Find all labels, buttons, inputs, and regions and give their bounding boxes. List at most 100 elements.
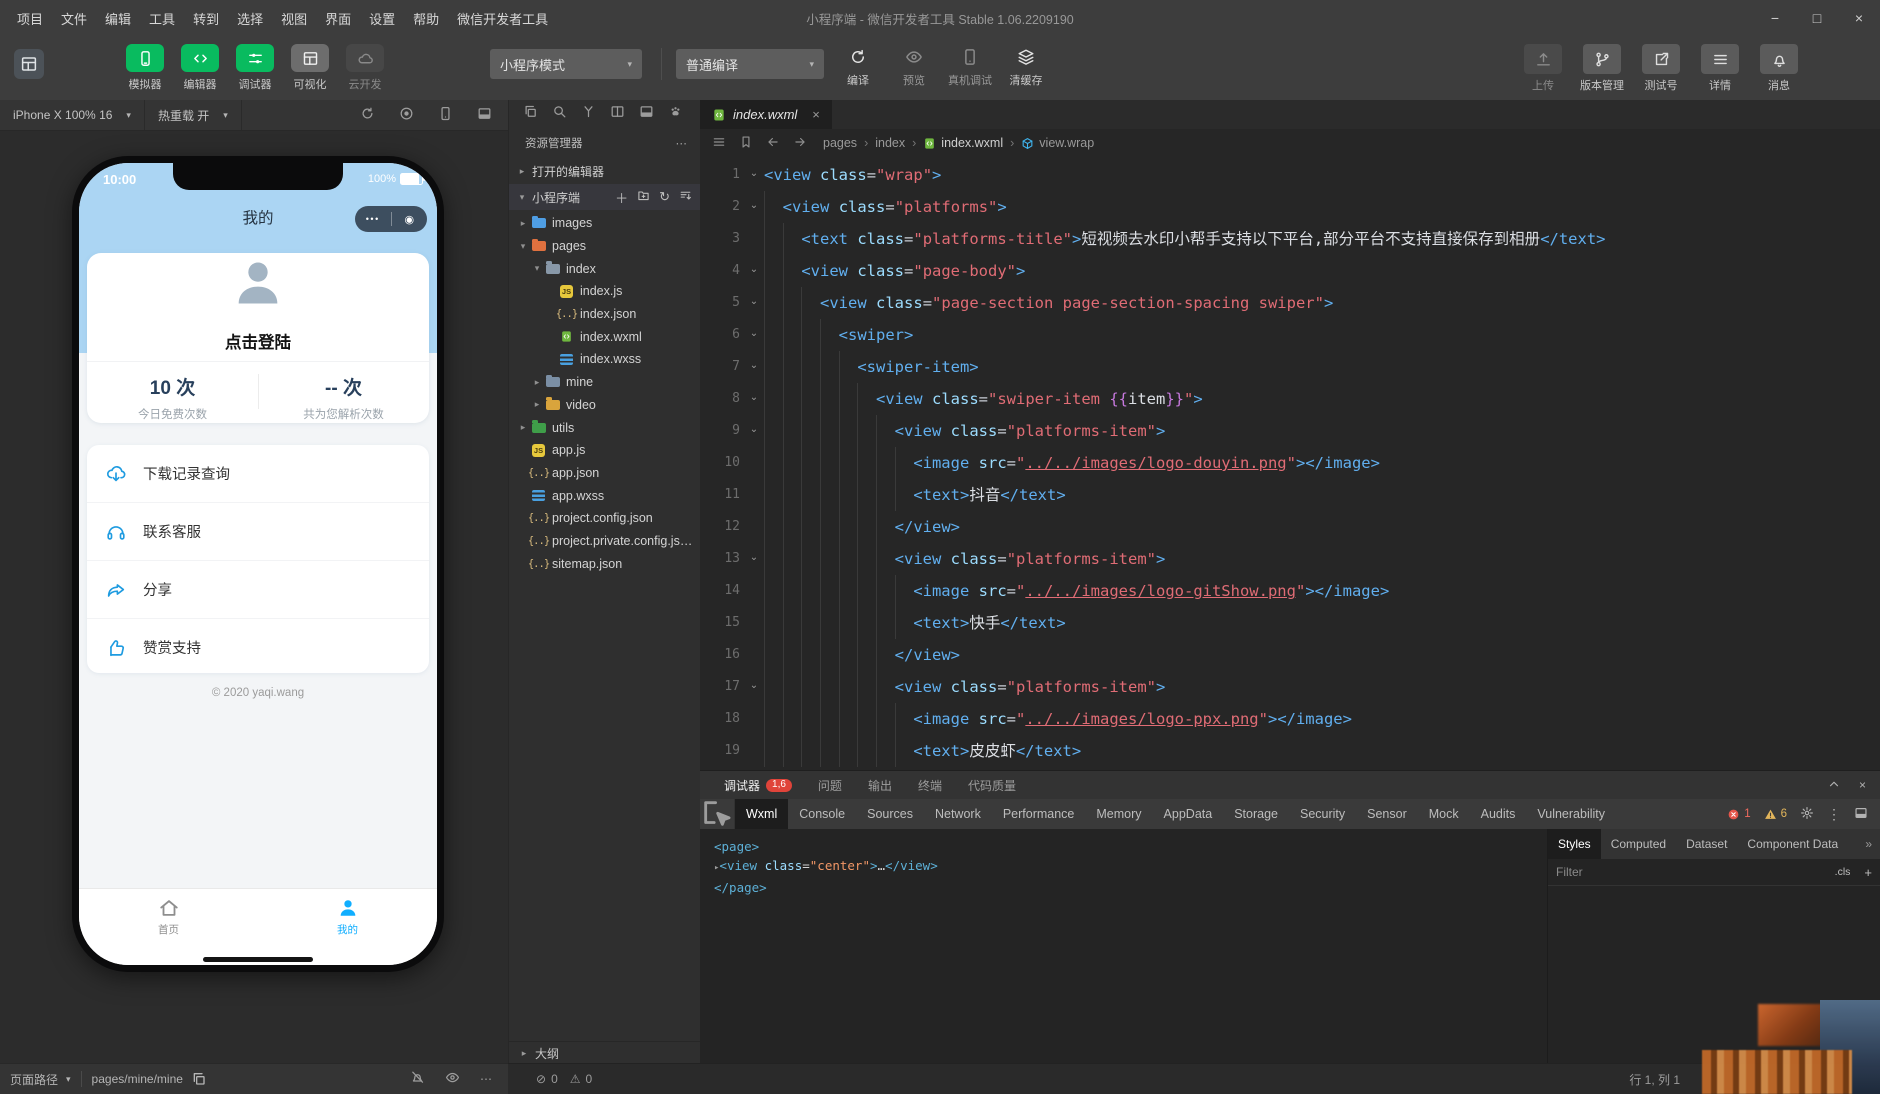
tree-item[interactable]: index.wxml — [509, 325, 700, 348]
chevron-right-icon[interactable]: ▸ — [517, 422, 529, 433]
arrowr-button[interactable] — [793, 135, 807, 152]
styles-tab-computed[interactable]: Computed — [1601, 829, 1676, 859]
fold-toggle-icon[interactable]: ⌄ — [744, 543, 764, 575]
tree-item[interactable]: ▾ pages — [509, 235, 700, 258]
bars-button[interactable] — [712, 135, 726, 152]
tree-item[interactable]: {..} project.private.config.js… — [509, 530, 700, 553]
tree-item[interactable]: ▸ utils — [509, 416, 700, 439]
new-folder-button[interactable] — [637, 189, 650, 205]
chevron-right-icon[interactable]: ▸ — [531, 399, 543, 410]
breadcrumb-item[interactable]: view.wrap — [1021, 136, 1094, 150]
debugger-tab[interactable]: 问题 — [818, 777, 842, 794]
collapse-all-button[interactable] — [679, 189, 692, 205]
menu-item[interactable]: 帮助 — [404, 6, 448, 31]
action-branch[interactable]: 版本管理 — [1577, 44, 1627, 93]
fold-toggle-icon[interactable]: ⌄ — [744, 255, 764, 287]
dock-button[interactable] — [477, 106, 492, 124]
menu-item[interactable]: 项目 — [8, 6, 52, 31]
menu-item[interactable]: 选择 — [228, 6, 272, 31]
page-path-label[interactable]: 页面路径 — [0, 1071, 58, 1088]
list-item-clouddown[interactable]: 下载记录查询 — [87, 445, 429, 503]
filter-input[interactable]: Filter — [1556, 865, 1583, 879]
toolbar-toggle-code[interactable]: 编辑器 — [177, 44, 223, 92]
tab-home[interactable]: 首页 — [79, 889, 258, 945]
paw-button[interactable] — [668, 104, 683, 124]
devtools-tab-audits[interactable]: Audits — [1470, 799, 1527, 829]
menu-item[interactable]: 视图 — [272, 6, 316, 31]
tree-item[interactable]: index.wxss — [509, 348, 700, 371]
copy-button[interactable] — [523, 104, 538, 124]
debugger-tab[interactable]: 调试器 1,6 — [724, 777, 792, 794]
refresh-button[interactable] — [360, 106, 375, 124]
devtools-tab-security[interactable]: Security — [1289, 799, 1356, 829]
devtools-tab-storage[interactable]: Storage — [1223, 799, 1289, 829]
new-file-icon[interactable]: ＋ — [615, 188, 628, 207]
overflow-chevron-icon[interactable]: » — [1865, 837, 1880, 851]
arrowl-button[interactable] — [766, 135, 780, 152]
wxml-tree-line[interactable]: <page> — [714, 837, 1547, 856]
tree-item[interactable]: app.wxss — [509, 484, 700, 507]
devtools-tab-mock[interactable]: Mock — [1418, 799, 1470, 829]
tree-item[interactable]: JS app.js — [509, 439, 700, 462]
more-dots-icon[interactable]: ••• — [355, 214, 391, 224]
fold-toggle-icon[interactable]: ⌄ — [744, 191, 764, 223]
breadcrumb-item[interactable]: pages — [823, 136, 857, 150]
list-item-headset[interactable]: 联系客服 — [87, 503, 429, 561]
tree-item[interactable]: ▸ video — [509, 394, 700, 417]
fold-toggle-icon[interactable]: ⌄ — [744, 159, 764, 191]
avatar[interactable] — [224, 249, 292, 317]
devtools-tab-performance[interactable]: Performance — [992, 799, 1086, 829]
eye-button[interactable] — [445, 1070, 460, 1088]
open-editors-section[interactable]: ▸ 打开的编辑器 — [509, 158, 700, 184]
toolbar-toggle-sliders[interactable]: 调试器 — [232, 44, 278, 92]
menu-item[interactable]: 设置 — [360, 6, 404, 31]
outline-section[interactable]: ▸ 大纲 — [509, 1041, 700, 1064]
tab-index-wxml[interactable]: index.wxml × — [700, 100, 832, 129]
menu-item[interactable]: 微信开发者工具 — [448, 6, 557, 31]
tree-item[interactable]: ▸ images — [509, 212, 700, 235]
action-device[interactable]: 真机调试 — [944, 44, 996, 88]
devtools-tab-network[interactable]: Network — [924, 799, 992, 829]
chevron-right-icon[interactable]: ▸ — [517, 218, 529, 229]
devtools-tab-console[interactable]: Console — [788, 799, 856, 829]
toolbar-toggle-grid[interactable]: 可视化 — [287, 44, 333, 92]
problems-summary[interactable]: ⊘ 0 ⚠ 0 — [508, 1072, 592, 1086]
search-button[interactable] — [552, 104, 567, 124]
styles-tab-styles[interactable]: Styles — [1548, 829, 1601, 859]
belloff-button[interactable] — [410, 1070, 425, 1088]
styles-tab-dataset[interactable]: Dataset — [1676, 829, 1737, 859]
fold-toggle-icon[interactable]: ⌄ — [744, 351, 764, 383]
fold-toggle-icon[interactable]: ⌄ — [744, 671, 764, 703]
wxml-tree-line[interactable]: ▸<view class="center">…</view> — [714, 856, 1547, 878]
debugger-tab[interactable]: 输出 — [868, 777, 892, 794]
cls-toggle[interactable]: .cls — [1831, 865, 1855, 879]
refresh-icon[interactable]: ↻ — [659, 189, 670, 205]
devtools-tab-sources[interactable]: Sources — [856, 799, 924, 829]
more-actions-icon[interactable]: ⋯ — [480, 1072, 492, 1086]
fold-toggle-icon[interactable]: ⌄ — [744, 383, 764, 415]
breadcrumb-item[interactable]: index.wxml — [923, 136, 1003, 150]
menu-item[interactable]: 工具 — [140, 6, 184, 31]
project-root-section[interactable]: ▾ 小程序端 ＋ ↻ — [509, 184, 700, 210]
menu-item[interactable]: 编辑 — [96, 6, 140, 31]
inspect-element-icon[interactable] — [700, 799, 735, 829]
fold-toggle-icon[interactable]: ⌄ — [744, 287, 764, 319]
capsule-menu[interactable]: ••• ◉ — [355, 206, 427, 232]
debugger-tab[interactable]: 终端 — [918, 777, 942, 794]
debugger-tab[interactable]: 代码质量 — [968, 777, 1016, 794]
tree-item[interactable]: JS index.js — [509, 280, 700, 303]
gity-button[interactable] — [581, 104, 596, 124]
action-external[interactable]: 测试号 — [1636, 44, 1686, 93]
dock-side-button[interactable] — [1854, 806, 1868, 823]
styles-tab-component-data[interactable]: Component Data — [1737, 829, 1848, 859]
collapse-panel-button[interactable] — [1827, 777, 1841, 794]
more-actions-icon[interactable]: ⋯ — [676, 136, 689, 150]
menu-item[interactable]: 界面 — [316, 6, 360, 31]
device-select[interactable]: iPhone X 100% 16 ▾ — [0, 100, 145, 130]
split-button[interactable] — [610, 104, 625, 124]
close-panel-icon[interactable]: × — [1859, 778, 1866, 792]
toolbar-toggle-cloud[interactable]: 云开发 — [342, 44, 388, 92]
add-style-icon[interactable]: + — [1864, 865, 1872, 880]
minimize-button[interactable]: − — [1754, 0, 1796, 36]
devtools-tab-wxml[interactable]: Wxml — [735, 799, 789, 829]
